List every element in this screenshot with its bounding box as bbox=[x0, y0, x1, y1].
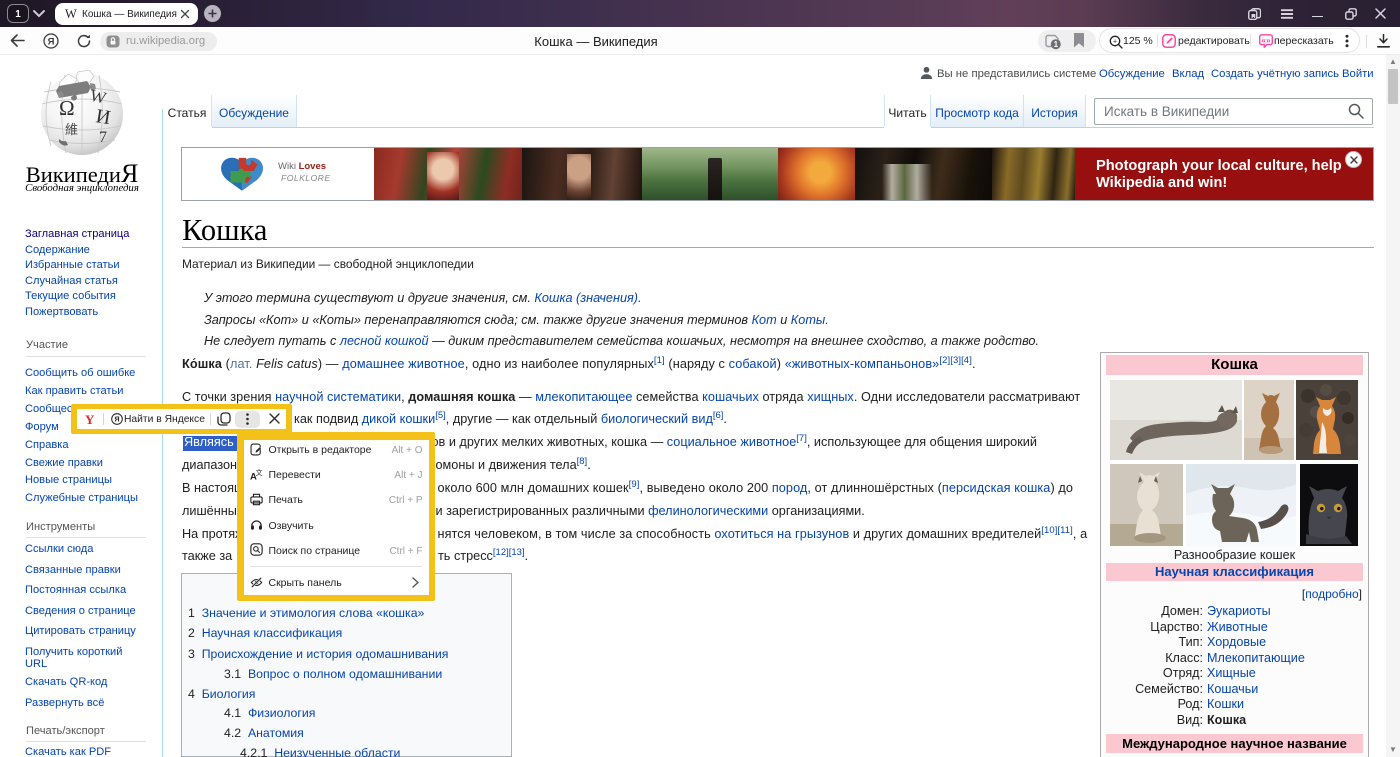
svg-text:Ω: Ω bbox=[59, 96, 75, 120]
svg-text:Я: Я bbox=[48, 36, 55, 47]
svg-text:7: 7 bbox=[99, 129, 107, 146]
svg-text:Я: Я bbox=[114, 415, 119, 424]
svg-text:«»: «» bbox=[1261, 35, 1271, 45]
svg-text:1: 1 bbox=[1054, 40, 1059, 49]
svg-text:文: 文 bbox=[255, 468, 262, 477]
svg-text:維: 維 bbox=[65, 122, 78, 137]
svg-text:+: + bbox=[1113, 38, 1117, 45]
